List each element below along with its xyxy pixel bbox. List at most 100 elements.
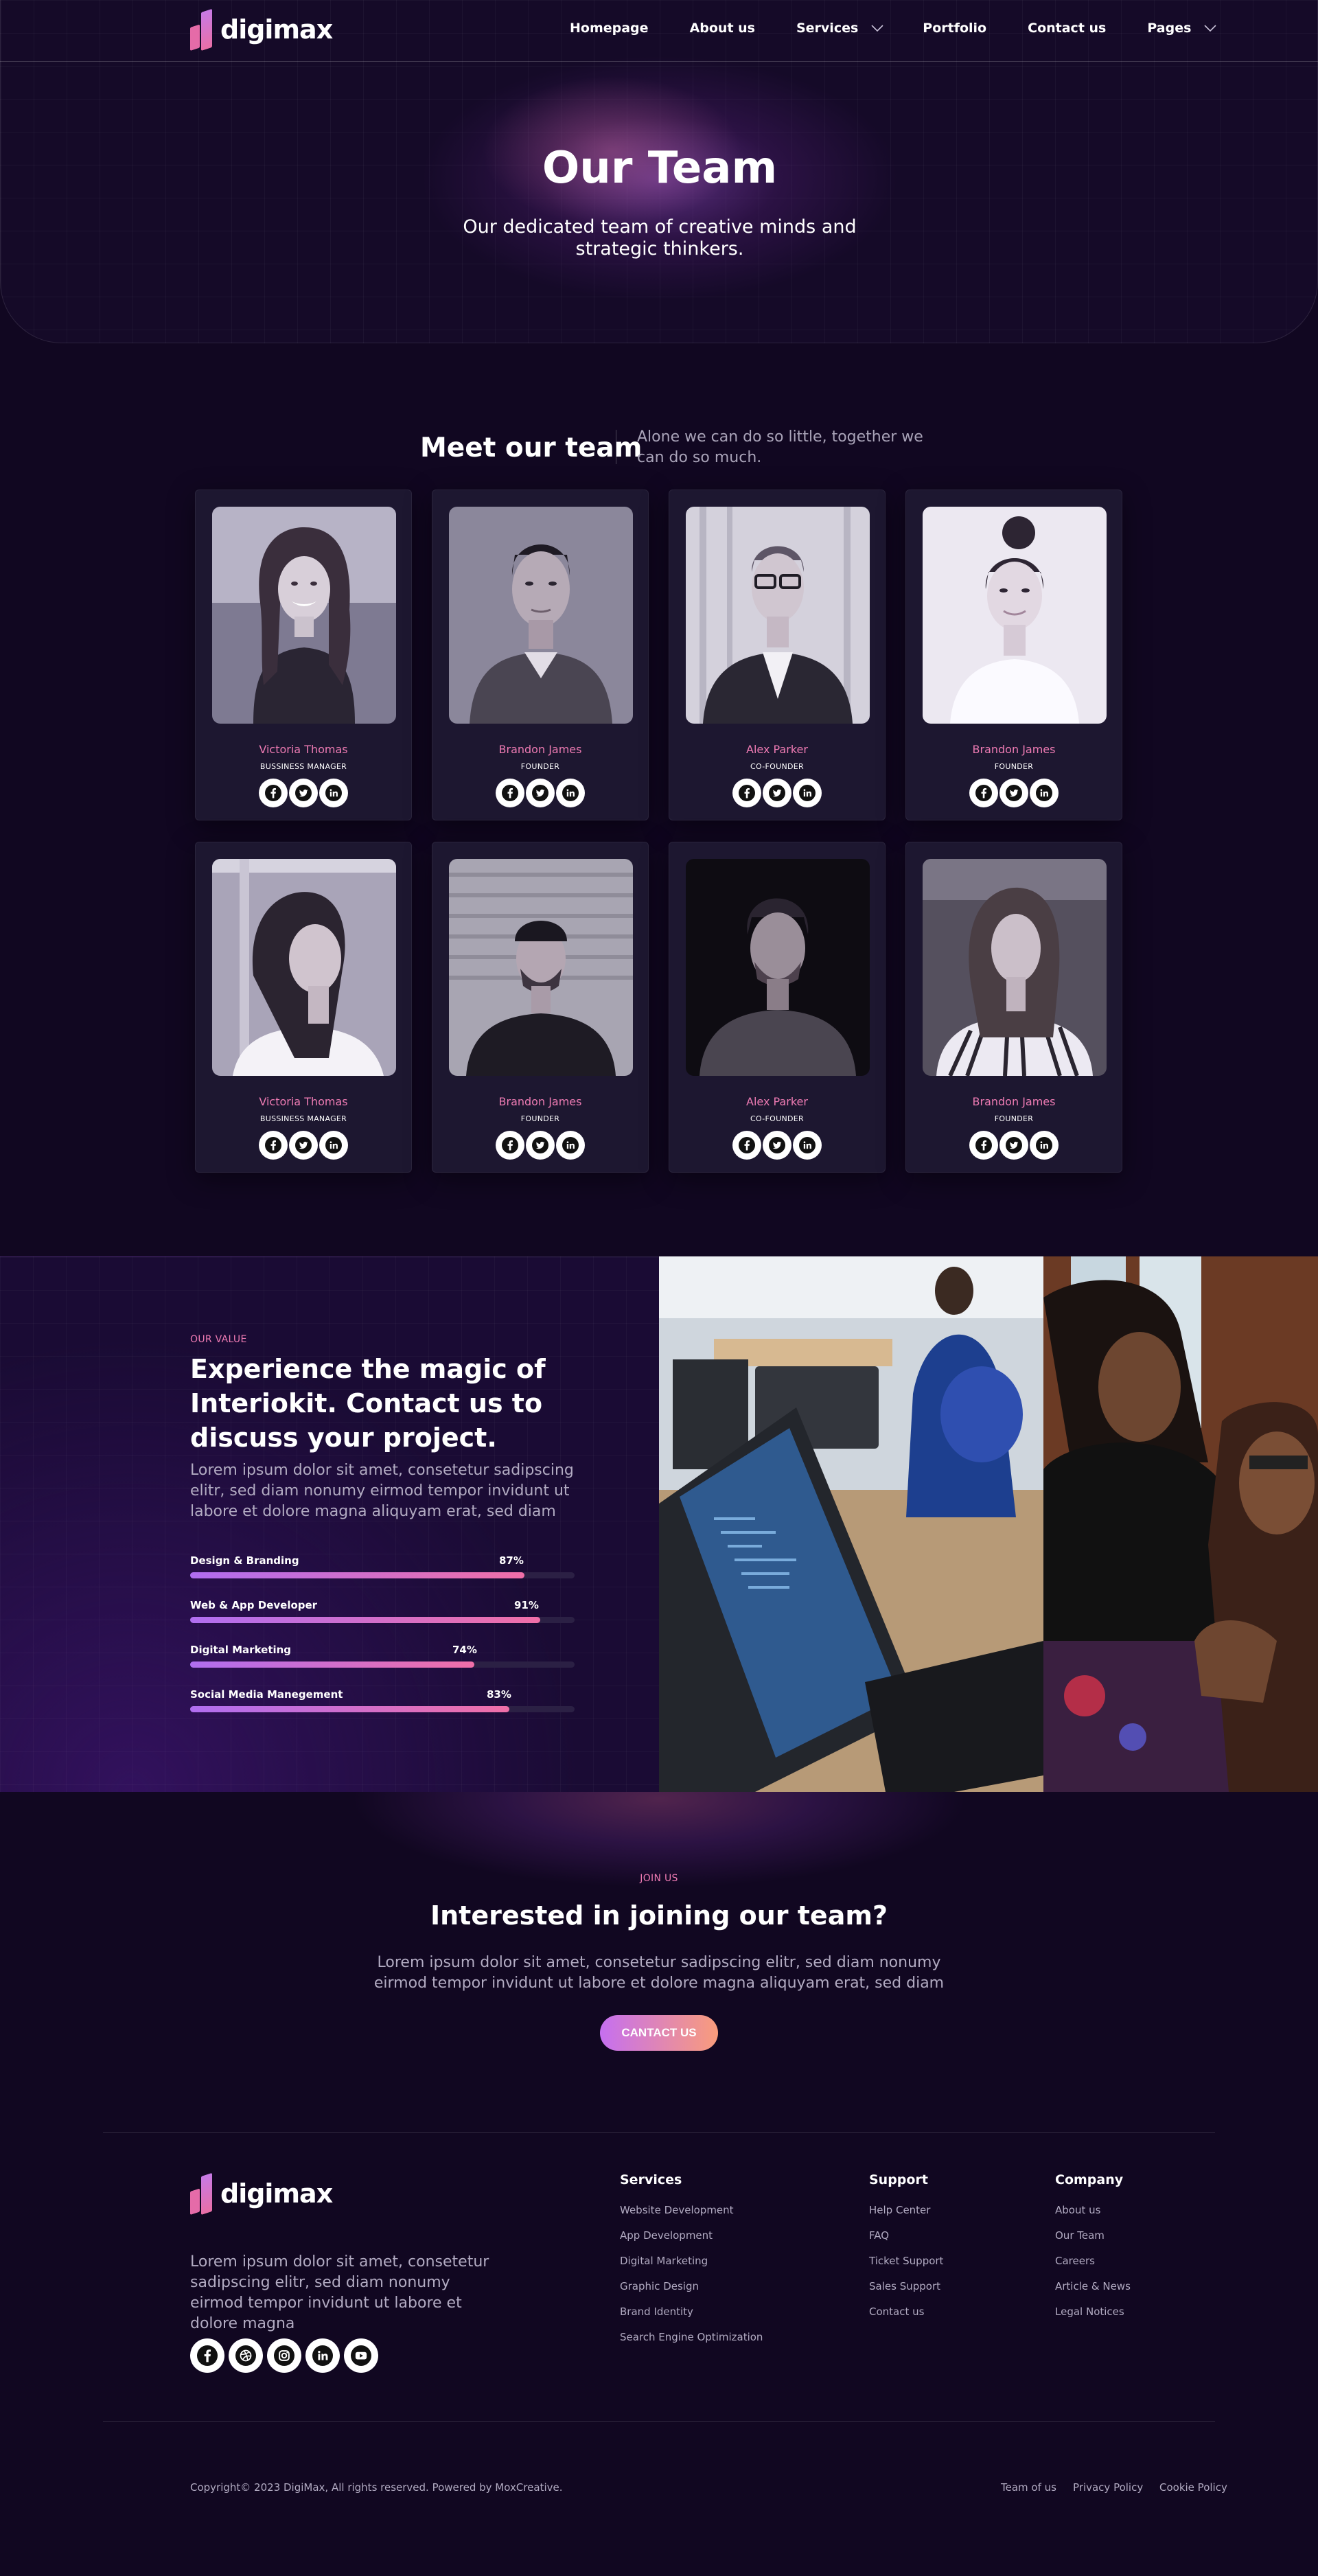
twitter-icon[interactable] bbox=[289, 1131, 318, 1160]
value-text: Lorem ipsum dolor sit amet, consetetur s… bbox=[190, 1462, 574, 1520]
nav-label: Pages bbox=[1147, 21, 1192, 36]
contact-us-button[interactable]: CANTACT US bbox=[600, 2015, 718, 2051]
footer-link[interactable]: Sales Support bbox=[869, 2280, 943, 2305]
member-name[interactable]: Brandon James bbox=[432, 743, 648, 756]
site-header: digimax Homepage About us Services Portf… bbox=[0, 0, 1318, 62]
linkedin-icon[interactable] bbox=[1030, 1131, 1059, 1160]
legal-link-team[interactable]: Team of us bbox=[1001, 2481, 1056, 2494]
twitter-icon[interactable] bbox=[999, 779, 1028, 807]
linkedin-icon[interactable] bbox=[319, 1131, 348, 1160]
member-photo bbox=[923, 859, 1107, 1076]
member-socials bbox=[432, 1131, 648, 1160]
footer-link[interactable]: Digital Marketing bbox=[620, 2255, 763, 2280]
nav-item-services[interactable]: Services bbox=[796, 21, 884, 36]
footer-link[interactable]: App Development bbox=[620, 2229, 763, 2255]
footer-link[interactable]: Brand Identity bbox=[620, 2305, 763, 2331]
skill-track bbox=[190, 1661, 575, 1668]
nav-label: Portfolio bbox=[923, 21, 987, 36]
skill-percent: 83% bbox=[487, 1688, 511, 1701]
linkedin-icon[interactable] bbox=[556, 1131, 585, 1160]
nav-item-homepage[interactable]: Homepage bbox=[570, 21, 649, 36]
twitter-icon[interactable] bbox=[289, 779, 318, 807]
facebook-icon[interactable] bbox=[190, 2338, 224, 2373]
legal-link-cookie[interactable]: Cookie Policy bbox=[1159, 2481, 1227, 2494]
footer-link[interactable]: About us bbox=[1055, 2204, 1131, 2229]
dribbble-icon[interactable] bbox=[229, 2338, 263, 2373]
footer-brand-logo[interactable]: digimax bbox=[190, 2172, 333, 2215]
value-title: Experience the magic of Interiokit. Cont… bbox=[190, 1354, 546, 1453]
footer-link[interactable]: FAQ bbox=[869, 2229, 943, 2255]
twitter-icon[interactable] bbox=[763, 779, 791, 807]
nav-item-contact[interactable]: Contact us bbox=[1028, 21, 1106, 36]
member-name[interactable]: Alex Parker bbox=[669, 743, 885, 756]
member-photo bbox=[686, 507, 870, 724]
footer-link[interactable]: Legal Notices bbox=[1055, 2305, 1131, 2331]
member-name[interactable]: Alex Parker bbox=[669, 1095, 885, 1108]
facebook-icon[interactable] bbox=[259, 1131, 288, 1160]
footer-link[interactable]: Ticket Support bbox=[869, 2255, 943, 2280]
nav-item-about[interactable]: About us bbox=[690, 21, 755, 36]
facebook-icon[interactable] bbox=[732, 779, 761, 807]
member-socials bbox=[669, 1131, 885, 1160]
facebook-icon[interactable] bbox=[969, 779, 998, 807]
footer-col-title: Services bbox=[620, 2172, 682, 2187]
footer-link[interactable]: Contact us bbox=[869, 2305, 943, 2331]
facebook-icon[interactable] bbox=[969, 1131, 998, 1160]
footer-divider bbox=[103, 2132, 1215, 2133]
linkedin-icon[interactable] bbox=[319, 779, 348, 807]
member-name[interactable]: Brandon James bbox=[906, 1095, 1122, 1108]
linkedin-icon[interactable] bbox=[1030, 779, 1059, 807]
footer-link[interactable]: Graphic Design bbox=[620, 2280, 763, 2305]
youtube-icon[interactable] bbox=[344, 2338, 378, 2373]
nav-label: Homepage bbox=[570, 21, 649, 36]
member-role: BUSSINESS MANAGER bbox=[259, 1114, 347, 1123]
nav-item-portfolio[interactable]: Portfolio bbox=[923, 21, 986, 36]
skill-label: Social Media Manegement bbox=[190, 1688, 343, 1701]
legal-link-privacy[interactable]: Privacy Policy bbox=[1073, 2481, 1143, 2494]
footer-socials bbox=[190, 2338, 378, 2373]
footer-link[interactable]: Website Development bbox=[620, 2204, 763, 2229]
facebook-icon[interactable] bbox=[259, 779, 288, 807]
instagram-icon[interactable] bbox=[267, 2338, 301, 2373]
facebook-icon[interactable] bbox=[732, 1131, 761, 1160]
member-role: FOUNDER bbox=[994, 762, 1034, 771]
member-name[interactable]: Brandon James bbox=[906, 743, 1122, 756]
twitter-icon[interactable] bbox=[526, 779, 555, 807]
skill-label: Design & Branding bbox=[190, 1554, 299, 1567]
footer-link[interactable]: Article & News bbox=[1055, 2280, 1131, 2305]
member-name[interactable]: Brandon James bbox=[432, 1095, 648, 1108]
brand-logo[interactable]: digimax bbox=[190, 8, 333, 51]
nav-label: About us bbox=[689, 21, 755, 36]
footer-link[interactable]: Search Engine Optimization bbox=[620, 2331, 763, 2356]
footer-link[interactable]: Our Team bbox=[1055, 2229, 1131, 2255]
skill-bar: Design & Branding 87% bbox=[190, 1554, 575, 1582]
twitter-icon[interactable] bbox=[763, 1131, 791, 1160]
footer-about: Lorem ipsum dolor sit amet, consetetur s… bbox=[190, 2253, 489, 2332]
footer-col-company: Company About us Our Team Careers Articl… bbox=[1055, 2172, 1131, 2331]
linkedin-icon[interactable] bbox=[305, 2338, 340, 2373]
footer-col-title: Company bbox=[1055, 2172, 1124, 2187]
footer-bottom-divider bbox=[103, 2421, 1215, 2422]
skill-percent: 87% bbox=[499, 1554, 524, 1567]
value-panel: OUR VALUE Experience the magic of Interi… bbox=[0, 1256, 659, 1792]
footer-link[interactable]: Careers bbox=[1055, 2255, 1131, 2280]
member-role: CO-FOUNDER bbox=[750, 762, 804, 771]
twitter-icon[interactable] bbox=[999, 1131, 1028, 1160]
member-photo bbox=[212, 507, 396, 724]
linkedin-icon[interactable] bbox=[793, 779, 822, 807]
facebook-icon[interactable] bbox=[496, 1131, 524, 1160]
member-photo bbox=[449, 507, 633, 724]
member-photo bbox=[686, 859, 870, 1076]
linkedin-icon[interactable] bbox=[793, 1131, 822, 1160]
logo-mark-icon bbox=[190, 8, 215, 51]
facebook-icon[interactable] bbox=[496, 779, 524, 807]
brand-name: digimax bbox=[220, 2178, 333, 2209]
member-name[interactable]: Victoria Thomas bbox=[196, 743, 411, 756]
footer-link[interactable]: Help Center bbox=[869, 2204, 943, 2229]
nav-item-pages[interactable]: Pages bbox=[1147, 21, 1217, 36]
twitter-icon[interactable] bbox=[526, 1131, 555, 1160]
member-name[interactable]: Victoria Thomas bbox=[196, 1095, 411, 1108]
brand-name: digimax bbox=[220, 14, 333, 45]
team-card: Victoria Thomas BUSSINESS MANAGER bbox=[195, 842, 412, 1173]
linkedin-icon[interactable] bbox=[556, 779, 585, 807]
